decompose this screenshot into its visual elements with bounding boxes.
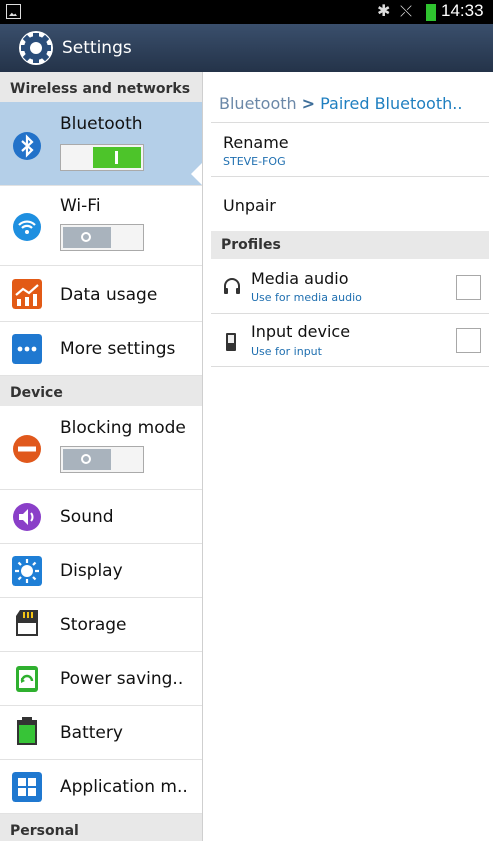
wifi-toggle[interactable] [60,224,144,251]
bluetooth-status-icon: ✱ [377,1,391,20]
section-header-device: Device [0,376,202,406]
power-saving-icon [16,666,38,692]
divider [211,313,489,314]
sidebar-item-label: Data usage [60,285,158,305]
storage-sd-card-icon [16,610,38,636]
profile-title: Media audio [251,269,349,288]
wifi-icon [13,213,41,241]
profile-subtitle: Use for input [251,345,322,358]
sidebar-item-label: Bluetooth [60,114,143,134]
sidebar-item-wifi[interactable]: Wi-Fi [0,186,202,266]
sidebar-item-data-usage[interactable]: Data usage [0,266,202,322]
sidebar-item-display[interactable]: Display [0,544,202,598]
sidebar-item-power-saving[interactable]: Power saving.. [0,652,202,706]
unpair-option[interactable]: Unpair [223,196,276,215]
sidebar-item-label: Application m.. [60,777,188,797]
gallery-notification-icon [6,4,21,19]
divider [211,366,489,367]
profile-subtitle: Use for media audio [251,291,362,304]
bluetooth-device-detail: Bluetooth > Paired Bluetooth.. Rename STEV… [211,72,493,841]
device-name-value: STEVE-FOG [223,155,286,168]
sound-icon [13,503,41,531]
breadcrumb-separator: > [301,94,316,113]
sidebar-item-label: Sound [60,507,114,527]
blocking-mode-icon [13,435,41,463]
sidebar-item-label: More settings [60,339,176,359]
blocking-mode-toggle[interactable] [60,446,144,473]
input-device-checkbox[interactable] [456,328,481,353]
profiles-section-header: Profiles [211,231,489,259]
sidebar-item-bluetooth[interactable]: Bluetooth [0,102,202,186]
media-audio-checkbox[interactable] [456,275,481,300]
sidebar-item-label: Power saving.. [60,669,184,689]
sidebar-item-label: Battery [60,723,123,743]
breadcrumb-parent[interactable]: Bluetooth [219,94,297,113]
settings-gear-icon[interactable] [18,30,54,66]
divider [211,122,489,123]
sidebar-item-label: Wi-Fi [60,196,101,216]
page-title: Settings [62,38,132,58]
breadcrumb: Bluetooth > Paired Bluetooth.. [219,94,462,113]
clock: 14:33 [441,1,484,20]
sidebar-item-more-settings[interactable]: More settings [0,322,202,376]
more-settings-icon [12,334,42,364]
headphones-icon [224,278,240,294]
sidebar-item-label: Blocking mode [60,418,186,438]
sidebar-item-label: Display [60,561,123,581]
breadcrumb-current: Paired Bluetooth.. [320,94,463,113]
profile-title: Input device [251,322,351,341]
status-bar: ✱ ⤬ 14:33 [0,0,493,24]
input-device-icon [226,333,236,351]
settings-sidebar[interactable]: Wireless and networks Bluetooth Wi-Fi Da… [0,72,203,841]
selection-pointer [191,162,202,186]
sidebar-item-application-manager[interactable]: Application m.. [0,760,202,814]
sidebar-item-battery[interactable]: Battery [0,706,202,760]
signal-muted-icon: ⤬ [400,2,413,20]
bluetooth-toggle[interactable] [60,144,144,171]
sidebar-item-blocking-mode[interactable]: Blocking mode [0,406,202,490]
display-brightness-icon [12,556,42,586]
rename-title: Rename [223,133,289,152]
divider [211,176,489,177]
sidebar-item-label: Storage [60,615,127,635]
sidebar-item-storage[interactable]: Storage [0,598,202,652]
application-manager-icon [12,772,42,802]
battery-status-icon [426,4,436,21]
battery-icon [17,717,37,745]
data-usage-icon [12,279,42,309]
bluetooth-icon [13,132,41,160]
section-header-personal: Personal [0,814,202,841]
section-header-wireless: Wireless and networks [0,72,202,102]
sidebar-item-sound[interactable]: Sound [0,490,202,544]
title-bar: Settings [0,24,493,72]
